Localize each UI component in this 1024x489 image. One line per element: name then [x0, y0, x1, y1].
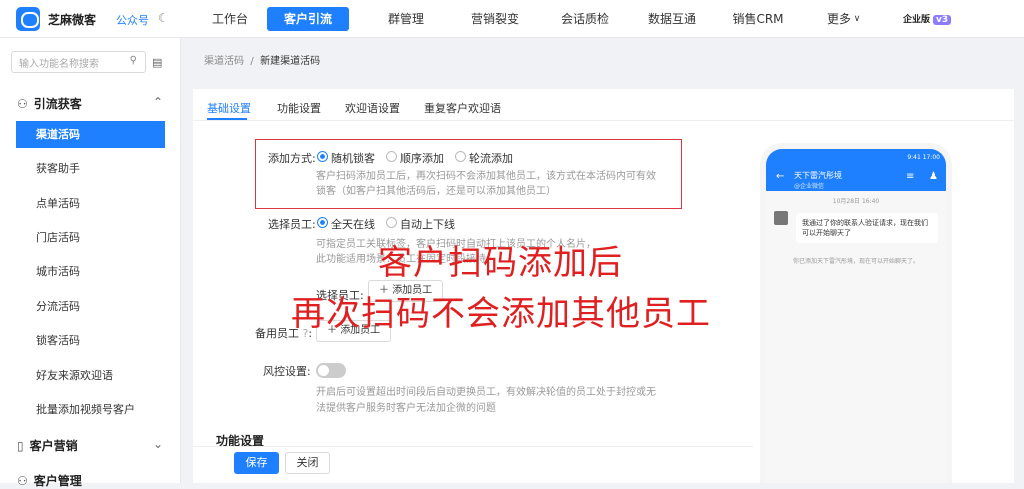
sidebar-group-label: 客户管理 [33, 474, 82, 488]
tab-basic-settings[interactable]: 基础设置 [207, 100, 251, 116]
nav-workbench[interactable]: 工作台 [204, 0, 256, 38]
chevron-up-icon: ⌃ [153, 95, 164, 109]
select-staff-label: 选择员工: [268, 218, 316, 231]
phone-chat-header: ← 天下雷汽彤境 @企业微信 ≡ ♟ [766, 167, 946, 191]
sidebar-item-video-channel[interactable]: 批量添加视频号客户 [16, 396, 165, 423]
sidebar-group-customer-management[interactable]: ⚇ 客户管理 [17, 472, 82, 489]
bookmark-icon: ▯ [17, 439, 24, 453]
breadcrumb-parent[interactable]: 渠道活码 [204, 56, 244, 67]
nav-more-chevron-icon[interactable]: ∨ [852, 0, 862, 38]
radio-sequential[interactable]: 顺序添加 [386, 150, 444, 166]
users-icon: ⚇ [17, 474, 28, 488]
nav-more[interactable]: 更多 [824, 0, 854, 38]
add-mode-label: 添加方式: [268, 152, 316, 165]
search-icon[interactable]: ⚲ [130, 55, 137, 66]
sidebar-group-label: 客户营销 [29, 439, 78, 453]
chevron-down-icon: ⌄ [153, 437, 164, 451]
phone-chat-time: 10月28日 16:40 [832, 198, 880, 205]
chat-bubble: 我通过了你的联系人验证请求，现在我们可以开始聊天了 [796, 213, 938, 243]
sidebar-item-order-qrcode[interactable]: 点单活码 [16, 190, 165, 217]
radio-round-robin[interactable]: 轮流添加 [455, 150, 513, 166]
user-icon: ♟ [929, 171, 938, 182]
public-account-link[interactable]: 公众号 [116, 12, 149, 28]
nav-data-sync[interactable]: 数据互通 [643, 0, 701, 38]
sidebar-layout-icon[interactable]: ▤ [152, 56, 162, 69]
phone-system-notice: 你已添加天下雷汽彤境，现在可以开始聊天了。 [792, 258, 919, 265]
phone-chat-title: 天下雷汽彤境 [794, 171, 842, 180]
nav-marketing-fission[interactable]: 营销裂变 [466, 0, 524, 38]
radio-all-day[interactable]: 全天在线 [317, 216, 375, 232]
phone-preview: 9:41 17:00 ← 天下雷汽彤境 @企业微信 ≡ ♟ 10月28日 16:… [760, 143, 952, 483]
sidebar-group-label: 引流获客 [33, 97, 82, 111]
sidebar-item-split-qrcode[interactable]: 分流活码 [16, 293, 165, 320]
brand-name: 芝麻微客 [48, 13, 97, 27]
nav-sales-crm[interactable]: 销售CRM [728, 0, 788, 38]
risk-control-label: 风控设置: [263, 365, 311, 378]
sidebar-group-marketing[interactable]: ▯ 客户营销 ⌄ [17, 437, 163, 454]
menu-icon: ≡ [906, 171, 915, 182]
nav-group-management[interactable]: 群管理 [380, 0, 432, 38]
sidebar-item-city-qrcode[interactable]: 城市活码 [16, 258, 165, 285]
radio-auto-online[interactable]: 自动上下线 [386, 216, 455, 232]
sidebar-group-acquisition[interactable]: ⚇ 引流获客 ⌃ [17, 95, 163, 112]
breadcrumb: 渠道活码 / 新建渠道活码 [204, 52, 320, 67]
avatar [774, 211, 788, 225]
function-search-input[interactable]: 输入功能名称搜索 ⚲ [11, 51, 146, 73]
close-button[interactable]: 关闭 [285, 452, 330, 474]
sidebar-item-channel-qrcode[interactable]: 渠道活码 [16, 121, 165, 148]
nav-session-quality[interactable]: 会话质检 [553, 0, 617, 38]
risk-control-hint-line2: 法提供客户服务时客户无法加企微的问题 [316, 403, 496, 414]
risk-control-toggle[interactable] [316, 363, 346, 378]
tab-function-settings[interactable]: 功能设置 [277, 100, 321, 116]
phone-status-bar: 9:41 17:00 [766, 149, 946, 167]
breadcrumb-current: 新建渠道活码 [260, 56, 321, 67]
sidebar-item-lock-qrcode[interactable]: 锁客活码 [16, 327, 165, 354]
add-mode-hint-line2: 锁客（如客户扫其他活码后，还是可以添加其他员工） [316, 186, 556, 197]
tab-welcome-settings[interactable]: 欢迎语设置 [345, 100, 400, 116]
app-logo-icon [16, 7, 40, 31]
tab-divider [193, 120, 1014, 121]
version-badge: v3 [933, 15, 952, 25]
sidebar-item-store-qrcode[interactable]: 门店活码 [16, 224, 165, 251]
edition-label: 企业版 [903, 15, 931, 25]
theme-toggle-icon[interactable]: ☾ [158, 11, 169, 25]
search-placeholder: 输入功能名称搜索 [19, 59, 99, 70]
back-arrow-icon: ← [776, 171, 785, 182]
active-tab-indicator [207, 118, 247, 120]
user-plus-icon: ⚇ [17, 97, 28, 111]
annotation-line2: 再次扫码不会添加其他员工 [291, 294, 711, 334]
risk-control-hint-line1: 开启后可设置超出时间段后自动更换员工，有效解决轮值的员工处于封控或无 [316, 387, 656, 398]
save-button[interactable]: 保存 [234, 452, 279, 474]
add-mode-hint-line1: 客户扫码添加员工后，再次扫码不会添加其他员工，该方式在本活码内可有效 [316, 171, 656, 182]
radio-random-lock[interactable]: 随机锁客 [317, 150, 375, 166]
phone-chat-subtitle: @企业微信 [794, 183, 825, 190]
sidebar-item-welcome-message[interactable]: 好友来源欢迎语 [16, 362, 165, 389]
nav-customer-acquisition[interactable]: 客户引流 [267, 7, 349, 31]
edition-badge: 企业版 v3 [903, 12, 952, 25]
sidebar-item-acquisition-assistant[interactable]: 获客助手 [16, 155, 165, 182]
breadcrumb-separator: / [250, 56, 254, 67]
tab-repeat-welcome[interactable]: 重复客户欢迎语 [424, 100, 501, 116]
annotation-line1: 客户扫码添加后 [378, 243, 623, 283]
